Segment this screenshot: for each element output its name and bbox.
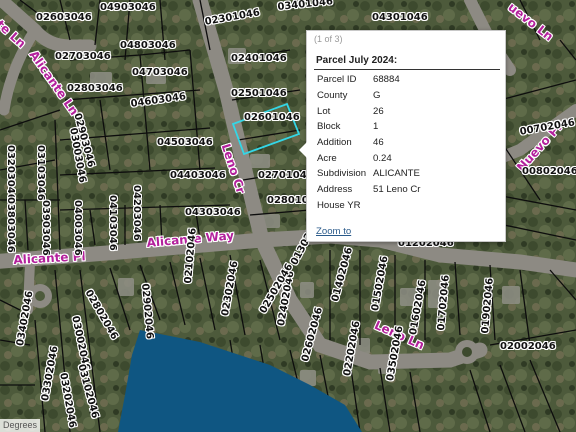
parcel-label: 04903046 [100,2,156,13]
parcel-label: 04803046 [120,40,176,51]
field-key: House YR [317,199,361,211]
field-key: Acre [317,152,337,164]
parcel-label: 04503046 [157,137,213,148]
parcel-label: 02603046 [36,12,92,23]
field-key: Parcel ID [317,74,357,86]
table-row: Address 51 Leno Cr [314,182,423,198]
table-row: Acre 0.24 [314,150,423,166]
zoom-to-link[interactable]: Zoom to [316,226,351,237]
field-value: 26 [373,105,384,117]
parcel-label: 00802046 [522,166,576,177]
table-row: Lot 26 [314,103,423,119]
parcel-label: 02002046 [500,341,556,352]
field-key: Addition [317,137,352,149]
field-value: 68884 [373,74,400,86]
field-key: Block [317,121,341,133]
cul-de-sac-island [462,347,472,357]
parcel-label: 04303046 [185,207,241,218]
field-value: 0.24 [373,152,392,164]
parcel-label: 04003046 [72,200,83,256]
field-key: Subdivision [317,168,367,180]
field-value [370,198,423,214]
parcel-label: 04301046 [372,12,428,23]
parcel-label: 03903046 [40,200,51,256]
parcel-label: 03203046 [5,145,16,201]
popup-pager: (1 of 3) [314,34,343,44]
table-row: Addition 46 [314,135,423,151]
parcel-label: 04103046 [107,195,118,251]
table-row: Block 1 [314,119,423,135]
field-value: G [373,90,381,102]
field-value: ALICANTE [373,168,420,180]
field-value: 51 Leno Cr [373,184,421,196]
popup-pointer [299,142,307,158]
field-value: 1 [373,121,379,133]
table-row: House YR [314,198,423,214]
parcel-label: 02703046 [55,51,111,62]
parcel-label: 02501046 [231,88,287,99]
parcel-label: 04403046 [170,170,226,181]
parcel-label: 02601046 [244,112,300,123]
field-key: Lot [317,105,331,117]
field-value: 46 [373,137,384,149]
parcel-label: 04203046 [131,185,142,241]
parcel-label: 02803046 [67,83,123,94]
parcel-label: 02401046 [231,53,287,64]
parcel-info-popup[interactable]: (1 of 3) Parcel July 2024: Parcel ID 6888… [299,30,506,242]
parcel-label: 04703046 [132,67,188,78]
attribute-table: Parcel ID 68884 County G Lot 26 Block 1 Addi… [314,72,423,213]
parcel-label: 03803046 [5,197,16,253]
table-row: Subdivision ALICANTE [314,166,423,182]
map-attribution: Degrees [0,419,41,432]
field-key: County [317,90,348,102]
field-key: Address [317,184,353,196]
parcel-label: 03103046 [35,145,46,201]
map-view[interactable]: ate Ln Alicante Ln Leno Cr Alicante Way … [0,0,576,432]
table-row: County G [314,88,423,104]
popup-divider [314,69,500,70]
table-row: Parcel ID 68884 [314,72,423,88]
popup-title: Parcel July 2024: [316,55,398,66]
